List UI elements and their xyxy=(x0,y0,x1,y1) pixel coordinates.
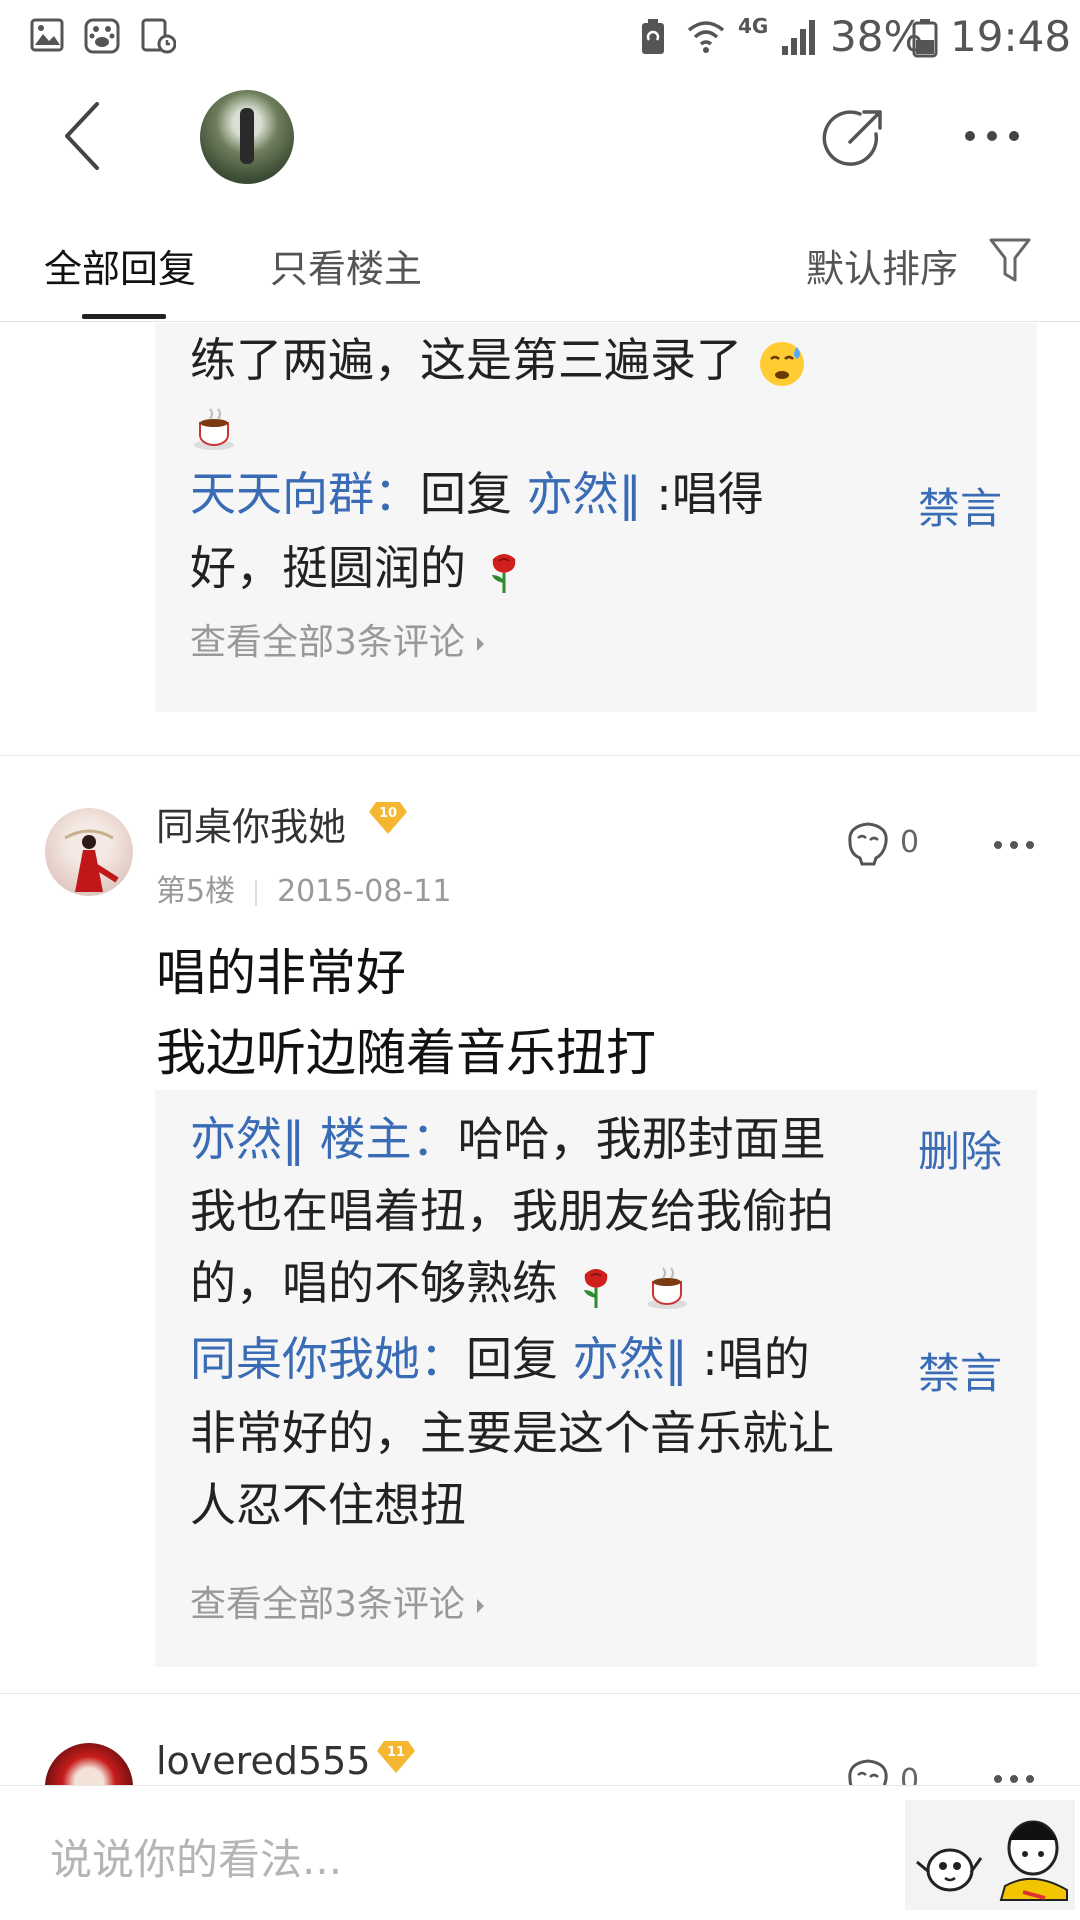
post-meta: 第5楼 2015-08-11 xyxy=(156,866,451,910)
reply-username[interactable]: 同桌你我她 xyxy=(190,1332,420,1386)
clock: 19:48 xyxy=(950,12,1072,61)
reply-target-user[interactable]: 亦然‖ xyxy=(573,1332,688,1386)
gallery-icon xyxy=(30,18,64,52)
sub-reply-box: 亦然‖ 楼主：哈哈，我那封面里 我也在唱着扭，我朋友给我偷拍 的，唱的不够熟练 … xyxy=(155,1090,1037,1545)
user-avatar[interactable] xyxy=(45,1743,133,1785)
like-count: 0 xyxy=(900,825,920,860)
battery-percent: 38% xyxy=(830,12,924,61)
rose-emoji-icon xyxy=(583,1268,607,1308)
reply-feed[interactable]: 练了两遍，这是第三遍录了 天天向群：回复 亦然‖ :唱得 好，挺圆润的 禁言 查… xyxy=(0,323,1080,1785)
reply-username[interactable]: 天天向群 xyxy=(190,467,374,521)
post-date: 2015-08-11 xyxy=(277,874,452,909)
share-icon[interactable] xyxy=(820,104,890,174)
baidu-paw-icon xyxy=(84,18,120,54)
rose-emoji-icon xyxy=(491,553,515,593)
sub-reply-1[interactable]: 天天向群：回复 亦然‖ :唱得 xyxy=(190,457,764,531)
tab-host-only[interactable]: 只看楼主 xyxy=(270,238,422,293)
post-divider xyxy=(0,1693,1080,1694)
meta-separator xyxy=(255,879,258,906)
mute-button[interactable]: 禁言 xyxy=(918,475,1002,536)
back-icon[interactable] xyxy=(55,98,115,174)
view-all-comments-link[interactable]: 查看全部3条评论 xyxy=(190,1575,484,1627)
post-divider xyxy=(0,755,1080,756)
delete-button[interactable]: 删除 xyxy=(918,1118,1002,1179)
sub-reply-2[interactable]: 同桌你我她：回复 亦然‖ :唱的 xyxy=(190,1322,810,1396)
sort-dropdown[interactable]: 默认排序 xyxy=(806,238,958,293)
more-options-icon[interactable] xyxy=(962,116,1022,156)
mute-button[interactable]: 禁言 xyxy=(918,1340,1002,1401)
post-username[interactable]: 同桌你我她 xyxy=(156,796,346,851)
tab-all-replies[interactable]: 全部回复 xyxy=(44,238,196,293)
coffee-line xyxy=(190,387,240,461)
battery-saver-icon xyxy=(642,19,664,54)
post-content-line: 唱的非常好 xyxy=(156,944,406,1002)
reply-username[interactable]: 亦然‖ xyxy=(190,1112,305,1166)
sub-reply-2-cont: 非常好的，主要是这个音乐就让 xyxy=(190,1406,834,1460)
sub-reply-box-footer: 查看全部3条评论 xyxy=(155,1545,1037,1667)
signal-icon xyxy=(782,20,815,55)
sub-reply-host-cont: 的，唱的不够熟练 xyxy=(190,1246,693,1320)
user-avatar[interactable] xyxy=(45,808,133,896)
comment-input[interactable]: 说说你的看法... xyxy=(50,1826,890,1887)
level-badge-icon: 10 xyxy=(369,802,407,834)
sub-reply-2-cont: 人忍不住想扭 xyxy=(190,1478,466,1532)
like-icon[interactable] xyxy=(842,1757,892,1785)
host-badge: 楼主 xyxy=(319,1112,412,1166)
host-avatar[interactable] xyxy=(200,90,294,184)
like-count: 0 xyxy=(900,1763,920,1785)
battery-icon xyxy=(912,19,938,58)
view-all-comments-link[interactable]: 查看全部3条评论 xyxy=(190,613,484,665)
svg-text:10: 10 xyxy=(379,806,397,821)
sub-reply-host-cont: 我也在唱着扭，我朋友给我偷拍 xyxy=(190,1184,834,1238)
thread-header xyxy=(0,76,1080,196)
caret-right-icon xyxy=(476,1599,484,1613)
reply-tabs: 全部回复 只看楼主 默认排序 xyxy=(0,196,1080,322)
coffee-emoji-icon xyxy=(194,407,234,450)
avatar-figure-icon xyxy=(64,829,119,892)
level-badge-icon: 11 xyxy=(377,1741,415,1773)
status-bar: 4G 38% 19:48 xyxy=(0,0,1080,76)
sub-reply-box: 练了两遍，这是第三遍录了 天天向群：回复 亦然‖ :唱得 好，挺圆润的 禁言 查… xyxy=(155,323,1037,712)
network-type: 4G xyxy=(738,14,769,38)
crying-sweat-emoji-icon xyxy=(759,341,804,386)
caret-right-icon xyxy=(476,637,484,651)
sticker-icon[interactable] xyxy=(905,1800,1075,1910)
post-more-icon[interactable] xyxy=(992,835,1036,855)
post-more-icon[interactable] xyxy=(992,1769,1036,1785)
filter-icon[interactable] xyxy=(988,236,1032,284)
active-tab-indicator xyxy=(82,314,166,319)
sub-reply-1-cont: 好，挺圆润的 xyxy=(190,531,527,605)
floor-number: 第5楼 xyxy=(156,874,236,909)
sub-reply-host[interactable]: 亦然‖ 楼主：哈哈，我那封面里 xyxy=(190,1102,826,1176)
post-username[interactable]: lovered555 xyxy=(156,1739,371,1783)
wifi-icon xyxy=(687,21,725,53)
tablet-clock-icon xyxy=(141,18,176,54)
comment-bar: 说说你的看法... xyxy=(0,1785,1080,1920)
post-content-line: 我边听边随着音乐扭打 xyxy=(156,1024,656,1082)
post-content-tail: 练了两遍，这是第三遍录了 xyxy=(190,323,807,397)
reply-target-user[interactable]: 亦然‖ xyxy=(527,467,642,521)
like-icon[interactable] xyxy=(842,820,892,866)
svg-text:11: 11 xyxy=(387,1745,405,1760)
coffee-emoji-icon xyxy=(647,1266,688,1309)
